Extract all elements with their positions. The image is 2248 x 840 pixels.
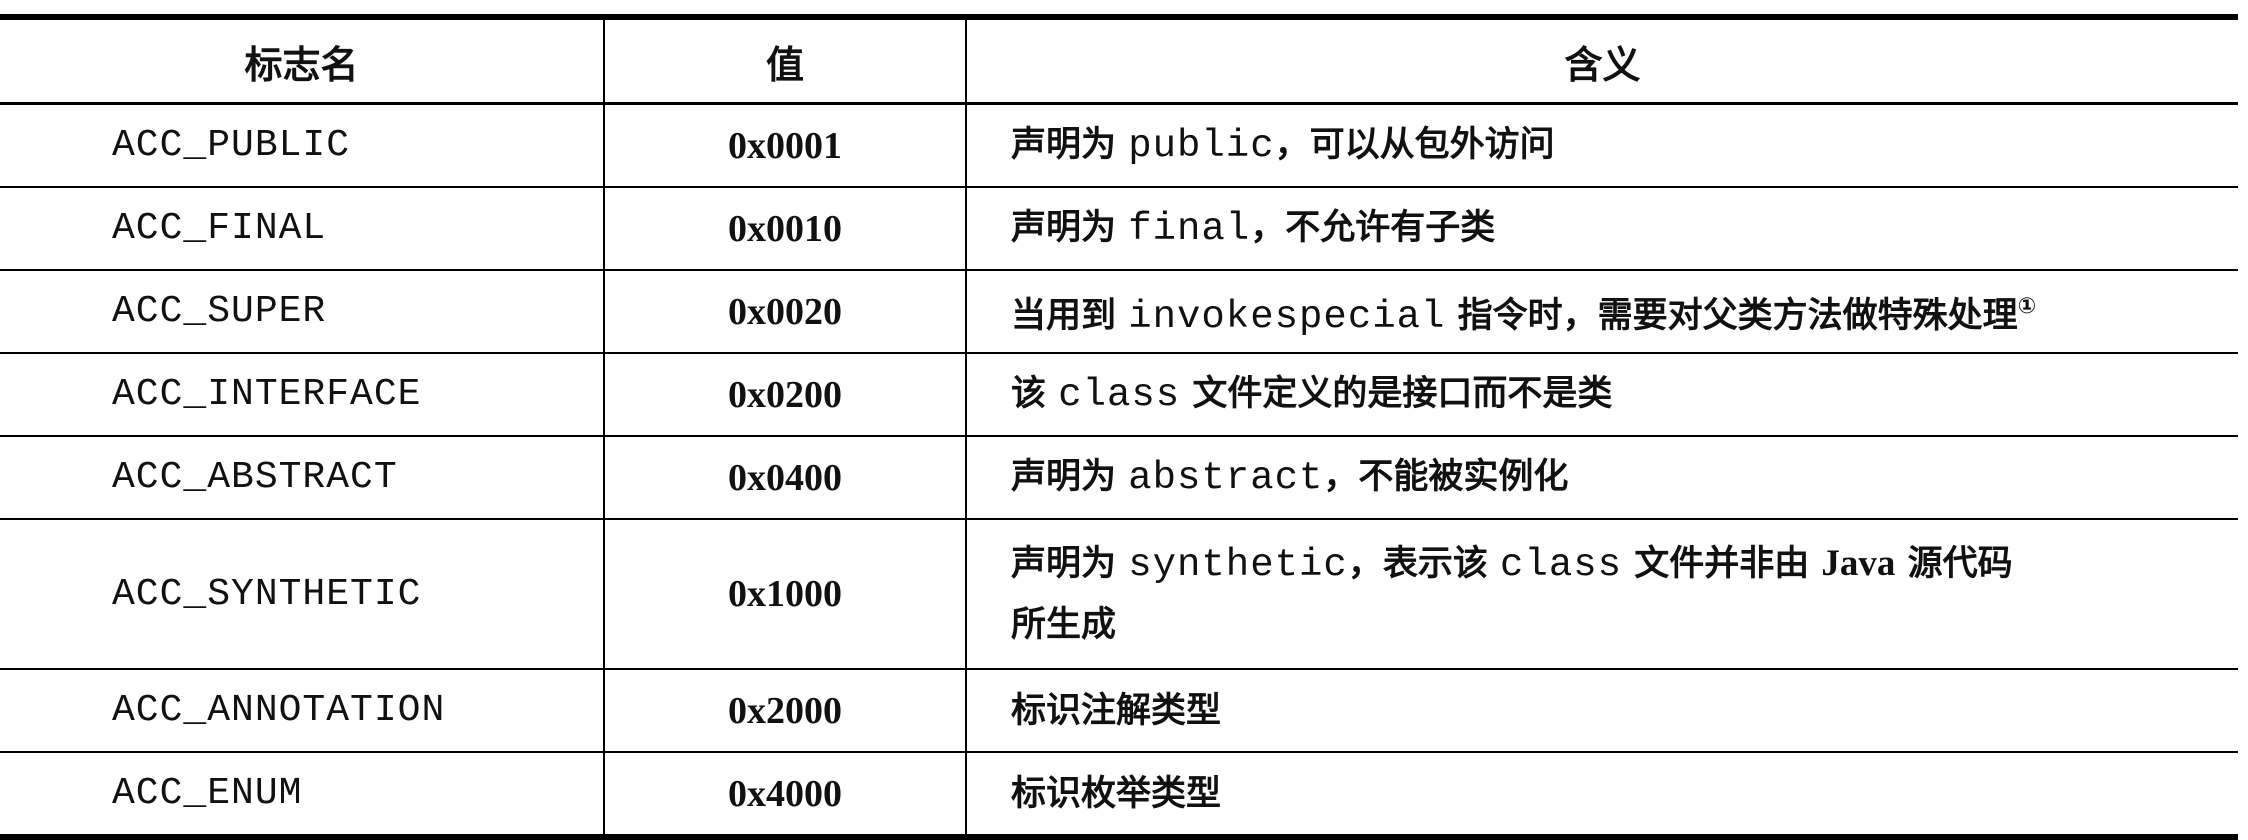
meaning-text: ，表示该 <box>1347 543 1501 584</box>
flag-value-cell: 0x1000 <box>603 518 967 670</box>
table-row: ACC_SUPER 0x0020 当用到 invokespecial 指令时，需… <box>0 269 2238 354</box>
meaning-text: ，不能被实例化 <box>1323 457 1569 497</box>
table-row: ACC_ABSTRACT 0x0400 声明为 abstract，不能被实例化 <box>0 435 2238 520</box>
meaning-text: 所生成 <box>1011 604 1117 645</box>
meaning-text: ，不允许有子类 <box>1250 208 1496 248</box>
flag-name-cell: ACC_INTERFACE <box>0 352 605 437</box>
header-meaning: 含义 <box>965 16 2238 105</box>
table-row: ACC_ENUM 0x4000 标识枚举类型 <box>0 751 2238 838</box>
meaning-keyword: synthetic <box>1128 542 1348 587</box>
meaning-text: 指令时，需要对父类方法做特殊处理 <box>1445 295 2018 336</box>
flag-value-cell: 0x4000 <box>603 751 967 838</box>
flag-name-cell: ACC_FINAL <box>0 186 605 271</box>
footnote-marker: ① <box>2017 293 2037 319</box>
flag-value-cell: 0x0020 <box>603 269 967 354</box>
meaning-keyword: public <box>1128 124 1275 168</box>
flag-name-cell: ACC_ENUM <box>0 751 605 838</box>
table-row: ACC_PUBLIC 0x0001 声明为 public，可以从包外访问 <box>0 102 2238 188</box>
table-row: ACC_ANNOTATION 0x2000 标识注解类型 <box>0 668 2238 753</box>
meaning-text: ，可以从包外访问 <box>1274 125 1555 165</box>
meaning-text: 源代码 <box>1895 543 2013 584</box>
meaning-text: 文件定义的是接口而不是类 <box>1180 374 1613 414</box>
meaning-keyword: class <box>1500 542 1623 587</box>
meaning-text: 该 <box>1011 374 1059 414</box>
flag-meaning-cell: 当用到 invokespecial 指令时，需要对父类方法做特殊处理① <box>965 269 2238 354</box>
meaning-keyword: class <box>1058 373 1181 417</box>
meaning-keyword: invokespecial <box>1128 294 1446 339</box>
meaning-text: 声明为 <box>1011 457 1129 497</box>
meaning-text: 标识注解类型 <box>1011 690 1222 731</box>
meaning-text: 声明为 <box>1011 543 1129 584</box>
access-flags-table: 标志名 值 含义 ACC_PUBLIC 0x0001 声明为 public，可以… <box>0 14 2238 840</box>
flag-name-cell: ACC_ABSTRACT <box>0 435 605 520</box>
meaning-text: 当用到 <box>1011 295 1129 336</box>
flag-value-cell: 0x0400 <box>603 435 967 520</box>
flag-meaning-cell: 声明为 public，可以从包外访问 <box>965 102 2238 188</box>
flag-name-cell: ACC_SUPER <box>0 269 605 354</box>
flag-name-cell: ACC_PUBLIC <box>0 102 605 188</box>
meaning-text: 声明为 <box>1011 208 1129 248</box>
flag-meaning-cell: 声明为 abstract，不能被实例化 <box>965 435 2238 520</box>
header-value: 值 <box>603 16 967 105</box>
meaning-text: 文件并非由 <box>1622 543 1822 584</box>
flag-value-cell: 0x0200 <box>603 352 967 437</box>
meaning-keyword: final <box>1128 207 1251 251</box>
meaning-text: 声明为 <box>1011 125 1129 165</box>
table-row: ACC_FINAL 0x0010 声明为 final，不允许有子类 <box>0 186 2238 271</box>
meaning-text: 标识枚举类型 <box>1011 773 1222 814</box>
flag-name-cell: ACC_ANNOTATION <box>0 668 605 753</box>
flag-value-cell: 0x0001 <box>603 102 967 188</box>
table-row: ACC_SYNTHETIC 0x1000 声明为 synthetic，表示该 c… <box>0 518 2238 670</box>
flag-meaning-cell: 标识注解类型 <box>965 668 2238 753</box>
table-header-row: 标志名 值 含义 <box>0 16 2238 105</box>
flag-value-cell: 0x0010 <box>603 186 967 271</box>
meaning-keyword: abstract <box>1128 456 1324 500</box>
header-flag-name: 标志名 <box>0 16 605 105</box>
flag-meaning-cell: 该 class 文件定义的是接口而不是类 <box>965 352 2238 437</box>
flag-meaning-cell: 声明为 final，不允许有子类 <box>965 186 2238 271</box>
flag-name-cell: ACC_SYNTHETIC <box>0 518 605 670</box>
flag-meaning-cell: 标识枚举类型 <box>965 751 2238 838</box>
table-row: ACC_INTERFACE 0x0200 该 class 文件定义的是接口而不是… <box>0 352 2238 437</box>
flag-meaning-cell: 声明为 synthetic，表示该 class 文件并非由 Java 源代码所生… <box>965 518 2238 670</box>
meaning-java: Java <box>1821 542 1896 584</box>
flag-value-cell: 0x2000 <box>603 668 967 753</box>
